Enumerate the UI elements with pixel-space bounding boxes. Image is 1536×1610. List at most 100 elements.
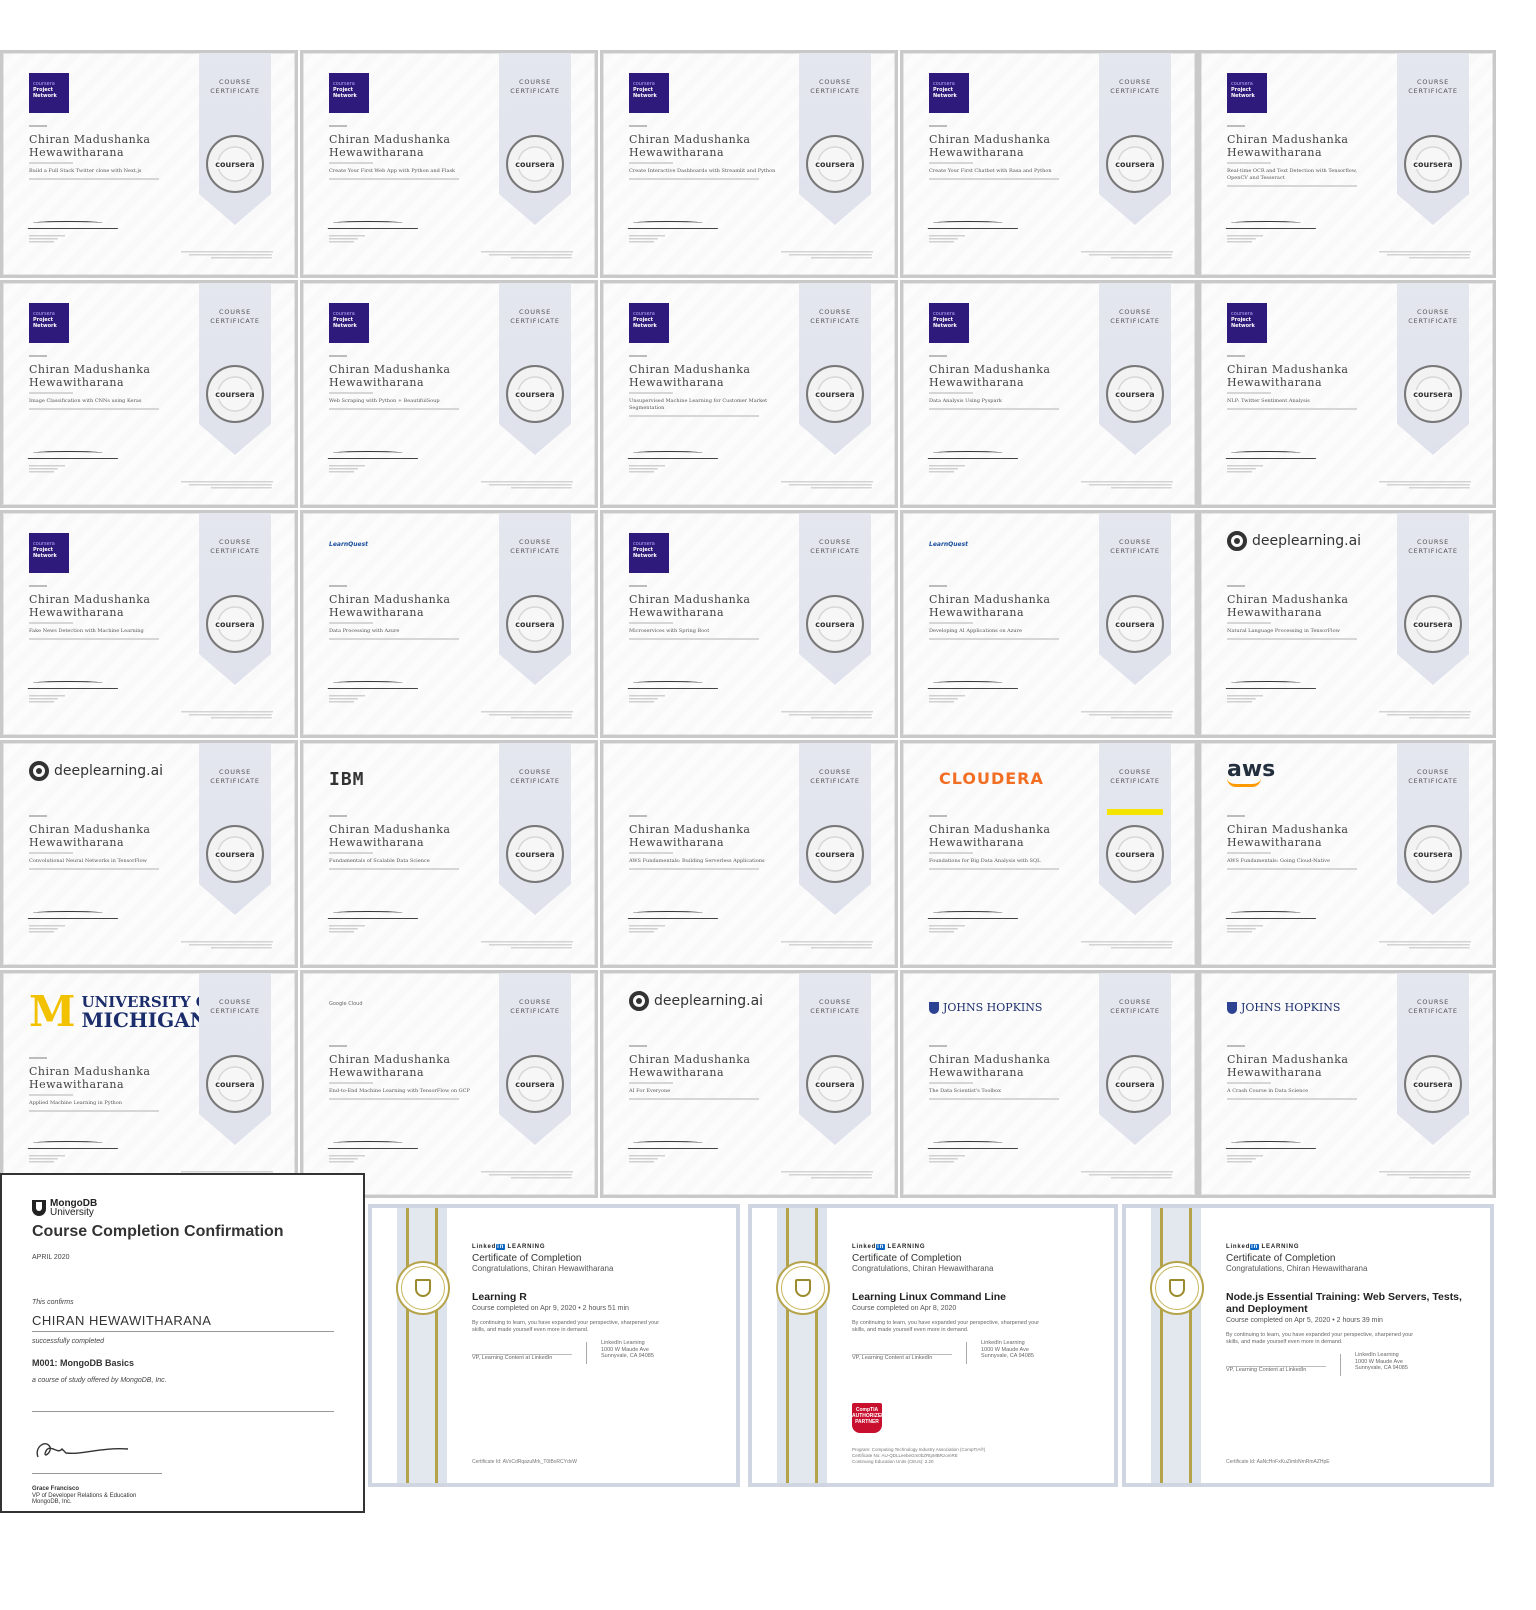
seal-text: coursera [814, 389, 856, 399]
signatory-details [629, 235, 665, 243]
mongodb-date: APRIL 2020 [32, 1254, 70, 1261]
course-title: Image Classification with CNNs using Ker… [29, 398, 142, 404]
learner-name: Chiran Madushanka Hewawitharana [1227, 823, 1349, 849]
certificate-text: Chiran Madushanka Hewawitharana Fake News… [29, 583, 179, 640]
certificate-heading: Certificate of Completion [852, 1253, 962, 1264]
coursera-seal: coursera [206, 135, 264, 193]
verification-text [481, 481, 573, 491]
course-title: Create Interactive Dashboards with Strea… [629, 168, 776, 174]
issue-date-line [329, 815, 347, 817]
signature [327, 905, 421, 919]
deeplearning-logo: deeplearning.ai [629, 991, 763, 1011]
signatory-details [29, 235, 65, 243]
deeplearning-logo-text: deeplearning.ai [54, 763, 164, 779]
description-line [1227, 638, 1357, 640]
description-line [629, 415, 759, 417]
ribbon-label: COURSE CERTIFICATE [1408, 538, 1458, 555]
certificate-text: Chiran Madushanka Hewawitharana Foundatio… [929, 813, 1079, 870]
seal-ring [1155, 1266, 1199, 1310]
course-title: Learning Linux Command Line [852, 1291, 1007, 1303]
ribbon-label: COURSE CERTIFICATE [810, 998, 860, 1015]
completed-line [29, 852, 73, 854]
seal-text: coursera [1412, 849, 1454, 859]
verification-text [181, 711, 273, 721]
completion-date: Course completed on Apr 8, 2020 [852, 1305, 957, 1312]
coursera-seal: coursera [1106, 595, 1164, 653]
learner-name: Chiran Madushanka Hewawitharana [629, 1053, 751, 1079]
signature [927, 675, 1021, 689]
program-details: Program: Computing Technology Industry A… [852, 1447, 986, 1464]
certificate-text: Chiran Madushanka Hewawitharana AI For Ev… [629, 1043, 779, 1100]
description-line [629, 638, 759, 640]
signature [327, 675, 421, 689]
learner-name: Chiran Madushanka Hewawitharana [629, 593, 751, 619]
aws-logo: aws [1227, 757, 1275, 787]
deeplearning-logo-text: deeplearning.ai [1252, 533, 1362, 549]
completed-line [929, 852, 973, 854]
learner-name: Chiran Madushanka Hewawitharana [29, 593, 151, 619]
mongodb-signer: Grace Francisco VP of Developer Relation… [32, 1486, 136, 1506]
signature [927, 445, 1021, 459]
issue-date-line [629, 125, 647, 127]
seal-text: coursera [814, 1079, 856, 1089]
description-line [629, 868, 759, 870]
signature [1225, 905, 1319, 919]
course-title: End-to-End Machine Learning with TensorF… [329, 1088, 470, 1094]
course-title: Natural Language Processing in TensorFlo… [1227, 628, 1340, 634]
signatory-details [1227, 465, 1263, 473]
verification-text [1379, 481, 1471, 491]
learner-name: Chiran Madushanka Hewawitharana [1227, 1053, 1349, 1079]
learnquest-logo: LearnQuest [329, 541, 369, 548]
signature [327, 215, 421, 229]
verification-text [1081, 1171, 1173, 1181]
linkedin-content: Linkedin LEARNING Certificate of Completi… [1226, 1244, 1466, 1376]
issue-date-line [329, 355, 347, 357]
certificate-text: Chiran Madushanka Hewawitharana Natural L… [1227, 583, 1377, 640]
seal-text: coursera [214, 619, 256, 629]
description-line [1227, 868, 1357, 870]
signature [1226, 1352, 1326, 1367]
signatory-details [29, 1155, 65, 1163]
logo-text: Network [933, 323, 957, 329]
ribbon-label: COURSE CERTIFICATE [1110, 538, 1160, 555]
coursera-seal: coursera [206, 825, 264, 883]
course-certificate: Google Cloud Chiran Madushanka Hewawithar… [300, 970, 598, 1198]
coursera-seal: coursera [1404, 135, 1462, 193]
linkedin-learning-logo: Linkedin LEARNING [472, 1244, 546, 1250]
signatory-details [329, 235, 365, 243]
coursera-seal: coursera [206, 1055, 264, 1113]
verification-text [481, 1171, 573, 1181]
signatory-details [629, 695, 665, 703]
seal-ring [401, 1266, 445, 1310]
logo-text: Network [633, 323, 657, 329]
signature [1225, 445, 1319, 459]
seal-text: coursera [1114, 389, 1156, 399]
seal-text: coursera [1114, 159, 1156, 169]
course-certificate: deeplearning.ai Chiran Madushanka Hewawit… [0, 740, 298, 968]
course-certificate: Chiran Madushanka Hewawitharana AWS Funda… [600, 740, 898, 968]
issue-date-line [1227, 585, 1245, 587]
verification-text [781, 1171, 873, 1181]
completed-line [29, 392, 73, 394]
certificate-text: Chiran Madushanka Hewawitharana Applied M… [29, 1055, 179, 1112]
ribbon-label: COURSE CERTIFICATE [1110, 998, 1160, 1015]
completed-line [1227, 622, 1271, 624]
coursera-seal: coursera [1404, 825, 1462, 883]
signatory-details [29, 695, 65, 703]
coursera-seal: coursera [806, 595, 864, 653]
coursera-seal: coursera [206, 365, 264, 423]
completed-line [1227, 852, 1271, 854]
certificate-text: Chiran Madushanka Hewawitharana Convoluti… [29, 813, 179, 870]
ribbon-label: COURSE CERTIFICATE [210, 538, 260, 555]
jhu-wordmark: JOHNS HOPKINS [943, 1001, 1043, 1014]
certificate-band [1151, 1208, 1201, 1483]
linkedin-in-icon: in [876, 1244, 886, 1250]
coursera-seal: coursera [506, 1055, 564, 1113]
issue-date-line [29, 585, 47, 587]
google-cloud-logo: Google Cloud [329, 1001, 363, 1007]
completed-line [329, 1082, 373, 1084]
seal-ring [781, 1266, 825, 1310]
coursera-seal: coursera [1404, 1055, 1462, 1113]
certificate-text: Chiran Madushanka Hewawitharana Create In… [629, 123, 779, 180]
course-certificate: JOHNS HOPKINS Chiran Madushanka Hewawitha… [1198, 970, 1496, 1198]
